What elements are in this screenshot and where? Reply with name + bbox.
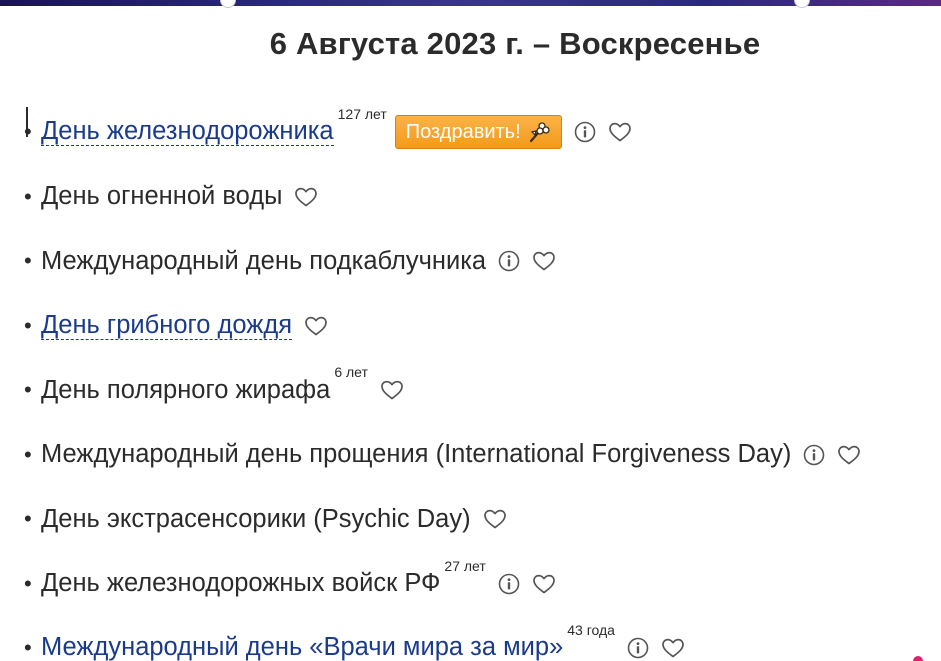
holiday-name: День экстрасенсорики (Psychic Day) xyxy=(41,504,471,533)
holiday-item: • День грибного дождя xyxy=(24,294,861,359)
heart-outline-icon[interactable] xyxy=(483,508,507,530)
holiday-item: • Международный день прощения (Internatio… xyxy=(24,423,861,488)
holiday-age: 43 года xyxy=(567,622,615,638)
top-banner-strip xyxy=(0,0,941,8)
holiday-name: День полярного жирафа xyxy=(41,375,331,404)
holiday-item: • День экстрасенсорики (Psychic Day) xyxy=(24,487,861,552)
bouquet-icon xyxy=(527,120,551,144)
holiday-item: • День железнодорожника 127 лет Поздравить! xyxy=(24,100,861,165)
info-icon[interactable] xyxy=(574,121,596,143)
holiday-link[interactable]: День грибного дождя xyxy=(41,312,293,340)
list-bullet: • xyxy=(24,377,32,403)
list-bullet: • xyxy=(24,183,32,209)
decorative-ring xyxy=(220,0,236,8)
list-bullet: • xyxy=(24,635,32,661)
holiday-age: 6 лет xyxy=(334,364,368,380)
holiday-item: • День железнодорожных войск РФ 27 лет xyxy=(24,552,861,617)
holiday-name: Международный день прощения (Internation… xyxy=(41,440,792,469)
heart-outline-icon[interactable] xyxy=(532,250,556,272)
list-bullet: • xyxy=(24,441,32,467)
holiday-age: 127 лет xyxy=(337,106,387,122)
list-bullet: • xyxy=(24,506,32,532)
holiday-item: • Международный день «Врачи мира за мир» 4… xyxy=(24,616,861,661)
decorative-ring xyxy=(794,0,810,8)
info-icon[interactable] xyxy=(627,637,649,659)
holiday-name: День огненной воды xyxy=(41,182,283,211)
corner-badge xyxy=(913,656,923,661)
holiday-item: • День полярного жирафа 6 лет xyxy=(24,358,861,423)
heart-outline-icon[interactable] xyxy=(837,444,861,466)
holiday-name: День железнодорожных войск РФ xyxy=(41,569,441,598)
holiday-item: • Международный день подкаблучника xyxy=(24,229,861,294)
info-icon[interactable] xyxy=(498,250,520,272)
holiday-age: 27 лет xyxy=(444,557,486,574)
heart-outline-icon[interactable] xyxy=(294,186,318,208)
holiday-calendar-page: 6 Августа 2023 г. – Воскресенье • День же… xyxy=(0,0,941,661)
list-bullet: • xyxy=(24,570,32,596)
info-icon[interactable] xyxy=(803,444,825,466)
heart-outline-icon[interactable] xyxy=(304,315,328,337)
holiday-link[interactable]: Международный день «Врачи мира за мир» xyxy=(41,634,563,661)
heart-outline-icon[interactable] xyxy=(532,573,556,595)
heart-outline-icon[interactable] xyxy=(380,379,404,401)
holiday-item: • День огненной воды xyxy=(24,165,861,230)
list-bullet: • xyxy=(24,119,32,145)
congratulate-button-label: Поздравить! xyxy=(405,120,521,143)
holiday-list: • День железнодорожника 127 лет Поздравить!… xyxy=(24,100,861,661)
info-icon[interactable] xyxy=(498,573,520,595)
page-title: 6 Августа 2023 г. – Воскресенье xyxy=(269,26,761,61)
heart-outline-icon[interactable] xyxy=(661,637,685,659)
holiday-name: Международный день подкаблучника xyxy=(41,246,487,275)
heart-outline-icon[interactable] xyxy=(608,121,632,143)
list-bullet: • xyxy=(24,312,32,338)
holiday-link[interactable]: День железнодорожника xyxy=(41,118,334,147)
list-bullet: • xyxy=(24,248,32,274)
congratulate-button[interactable]: Поздравить! xyxy=(394,115,562,150)
